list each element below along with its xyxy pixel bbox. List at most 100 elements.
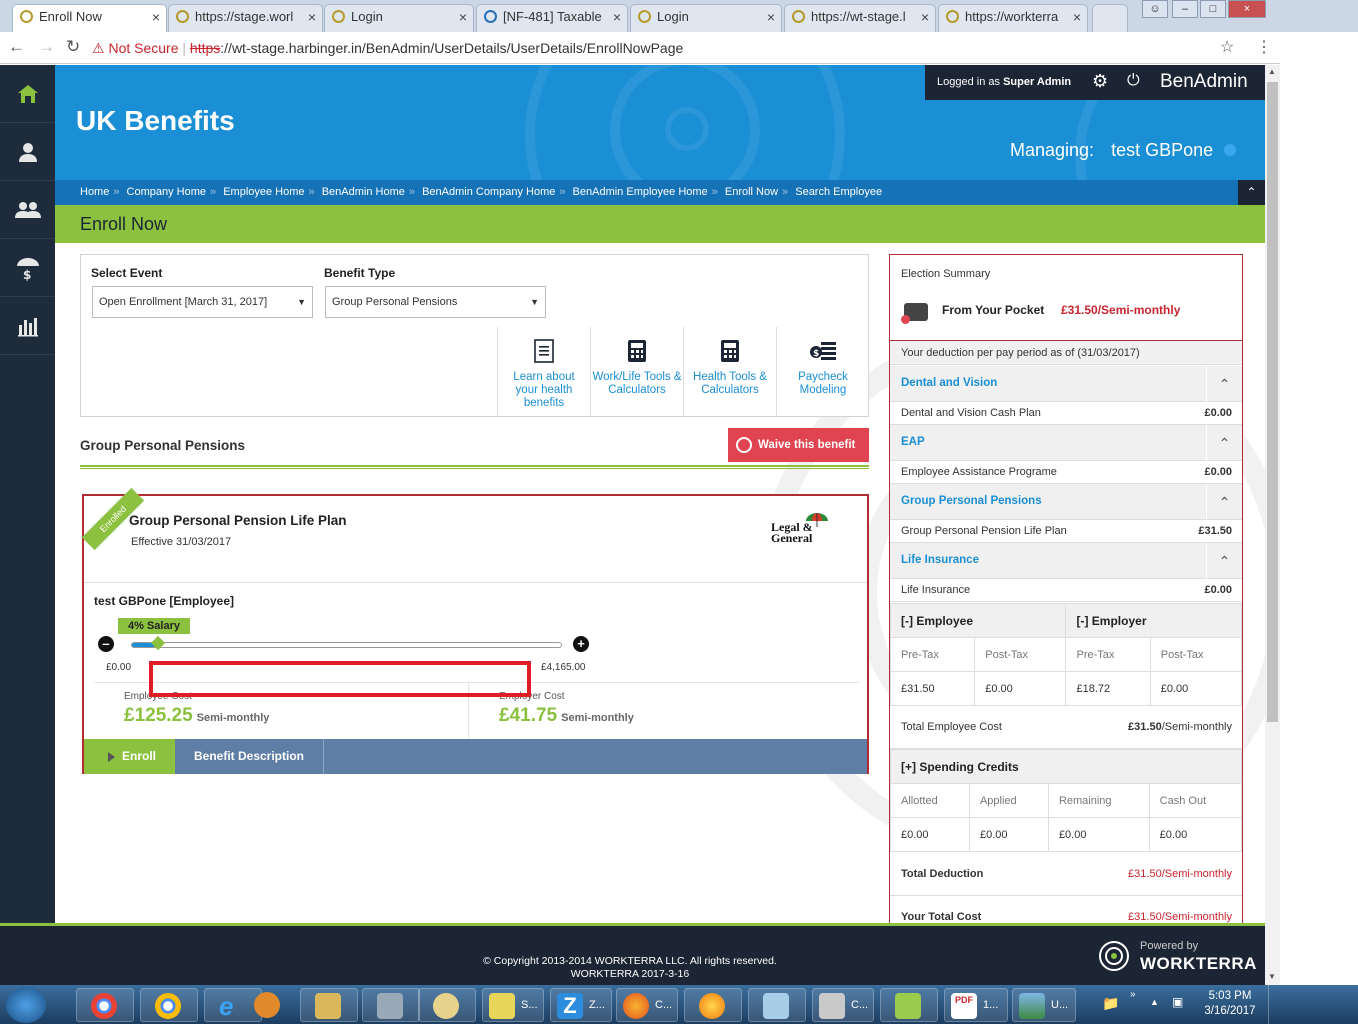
browser-tab[interactable]: Login × — [630, 4, 782, 32]
breadcrumb-link[interactable]: Home — [80, 186, 109, 198]
browser-tab[interactable]: [NF-481] Taxable × — [476, 4, 628, 32]
power-icon[interactable]: ⏻ — [1127, 72, 1140, 90]
user-nav-item[interactable] — [0, 123, 55, 181]
restore-button[interactable]: □ — [1200, 0, 1226, 18]
scrollbar-thumb[interactable] — [1267, 82, 1278, 722]
taskbar-app[interactable] — [418, 988, 476, 1022]
employer-toggle[interactable]: [-] Employer — [1065, 603, 1242, 638]
browser-tab[interactable]: Enroll Now × — [12, 4, 167, 32]
taskbar-app[interactable] — [748, 988, 806, 1022]
url-field[interactable]: ⚠ Not Secure | https://wt-stage.harbinge… — [92, 36, 1242, 60]
breadcrumb-link[interactable]: Employee Home — [223, 186, 304, 198]
tray-expand-icon[interactable]: » — [1130, 989, 1136, 1000]
browser-tab[interactable]: Login × — [324, 4, 474, 32]
paycheck-modeling-link[interactable]: $ Paycheck Modeling — [776, 327, 869, 417]
chevron-up-icon[interactable]: ⌃ — [1206, 425, 1242, 461]
contribution-slider[interactable] — [131, 635, 562, 651]
slider-handle[interactable] — [151, 635, 166, 651]
taskbar-app[interactable] — [76, 988, 134, 1022]
taskbar-app[interactable]: C... — [616, 988, 678, 1022]
enroll-button[interactable]: Enroll — [84, 739, 175, 774]
decrease-button[interactable]: – — [98, 636, 114, 652]
plan-card: Enrolled Group Personal Pension Life Pla… — [81, 487, 869, 774]
home-nav-item[interactable] — [0, 65, 55, 123]
taskbar-app[interactable] — [362, 988, 420, 1022]
umbrella-logo-icon — [806, 513, 828, 527]
spending-credits-toggle[interactable]: [+] Spending Credits — [890, 749, 1242, 784]
taskbar-app[interactable]: S... — [482, 988, 544, 1022]
info-icon[interactable] — [1224, 144, 1237, 156]
minimize-button[interactable]: – — [1172, 0, 1198, 18]
folder-tray-icon[interactable]: 📁 — [1102, 995, 1119, 1012]
breadcrumb-link[interactable]: BenAdmin Employee Home — [573, 186, 708, 198]
close-tab-icon[interactable]: × — [1073, 5, 1081, 29]
url-text: ://wt-stage.harbinger.in/BenAdmin/UserDe… — [220, 40, 684, 56]
users-nav-item[interactable] — [0, 181, 55, 239]
chevron-up-icon[interactable]: ⌃ — [1206, 484, 1242, 520]
close-tab-icon[interactable]: × — [921, 5, 929, 29]
scroll-up-icon[interactable]: ▲ — [1268, 67, 1276, 76]
close-tab-icon[interactable]: × — [152, 5, 160, 29]
plan-name: Group Personal Pension Life Plan — [129, 513, 347, 528]
taskbar-app[interactable] — [684, 988, 742, 1022]
chevron-up-icon[interactable]: ⌃ — [1206, 543, 1242, 579]
network-icon[interactable]: ▣ — [1172, 995, 1183, 1009]
waive-benefit-button[interactable]: Waive this benefit — [728, 428, 869, 462]
browser-tab[interactable]: https://wt-stage.l × — [784, 4, 936, 32]
chevron-up-icon[interactable]: ⌃ — [1206, 366, 1242, 402]
show-desktop-button[interactable] — [1268, 985, 1280, 1024]
browser-tab[interactable]: https://stage.worl × — [168, 4, 323, 32]
windows-taskbar: e S... Z Z... C... C... PDF 1... U... 📁 » … — [0, 985, 1358, 1024]
logged-in-user: Super Admin — [1003, 76, 1072, 88]
taskbar-app[interactable]: U... — [1012, 988, 1076, 1022]
breadcrumb-link[interactable]: Search Employee — [795, 186, 882, 198]
summary-section-header[interactable]: Group Personal Pensions ⌃ — [890, 484, 1242, 520]
summary-section-header[interactable]: Dental and Vision ⌃ — [890, 366, 1242, 402]
close-window-button[interactable]: × — [1228, 0, 1266, 18]
event-dropdown[interactable]: Open Enrollment [March 31, 2017] ▼ — [92, 286, 313, 318]
summary-section-header[interactable]: Life Insurance ⌃ — [890, 543, 1242, 579]
bookmark-star-icon[interactable]: ☆ — [1220, 37, 1234, 57]
forward-icon[interactable]: → — [38, 37, 55, 57]
settings-gear-icon[interactable]: ⚙ — [1092, 71, 1108, 92]
taskbar-app[interactable]: Z Z... — [550, 988, 612, 1022]
taskbar-app[interactable] — [140, 988, 198, 1022]
minus-icon: – — [102, 636, 110, 651]
breadcrumb-link[interactable]: BenAdmin Company Home — [422, 186, 555, 198]
work-life-tools-link[interactable]: Work/Life Tools & Calculators — [590, 327, 683, 417]
increase-button[interactable]: + — [573, 636, 589, 652]
system-clock[interactable]: 5:03 PM 3/16/2017 — [1195, 989, 1265, 1019]
close-tab-icon[interactable]: × — [308, 5, 316, 29]
taskbar-app[interactable] — [880, 988, 938, 1022]
reports-nav-item[interactable] — [0, 297, 55, 355]
close-tab-icon[interactable]: × — [767, 5, 775, 29]
breadcrumb-link[interactable]: Company Home — [127, 186, 206, 198]
summary-section-header[interactable]: EAP ⌃ — [890, 425, 1242, 461]
employee-toggle[interactable]: [-] Employee — [890, 603, 1067, 638]
taskbar-app[interactable] — [300, 988, 358, 1022]
taskbar-app[interactable]: PDF 1... — [944, 988, 1008, 1022]
new-tab-button[interactable] — [1092, 4, 1128, 32]
chrome-icon — [155, 993, 181, 1019]
page-scrollbar[interactable]: ▲ ▼ — [1265, 65, 1280, 985]
taskbar-app[interactable]: C... — [812, 988, 874, 1022]
health-tools-link[interactable]: Health Tools & Calculators — [683, 327, 776, 417]
benefit-type-dropdown[interactable]: Group Personal Pensions ▼ — [325, 286, 546, 318]
start-button[interactable] — [6, 987, 46, 1023]
user-profile-button[interactable]: ☺ — [1142, 0, 1168, 18]
breadcrumb-link[interactable]: Enroll Now — [725, 186, 778, 198]
menu-icon[interactable]: ⋮ — [1256, 37, 1272, 57]
breadcrumb-link[interactable]: BenAdmin Home — [322, 186, 405, 198]
learn-health-benefits-link[interactable]: Learn about your health benefits — [497, 327, 590, 417]
collapse-header-button[interactable]: ⌃ — [1238, 180, 1265, 205]
scroll-down-icon[interactable]: ▼ — [1268, 972, 1276, 981]
reload-icon[interactable]: ↻ — [66, 37, 80, 57]
benefits-nav-item[interactable]: $ — [0, 239, 55, 297]
taskbar-app[interactable] — [240, 988, 298, 1022]
close-tab-icon[interactable]: × — [613, 5, 621, 29]
browser-tab[interactable]: https://workterra × — [938, 4, 1088, 32]
benefit-description-button[interactable]: Benefit Description — [175, 739, 324, 774]
tray-arrow-icon[interactable]: ▲ — [1150, 997, 1159, 1007]
back-icon[interactable]: ← — [8, 37, 25, 57]
close-tab-icon[interactable]: × — [459, 5, 467, 29]
